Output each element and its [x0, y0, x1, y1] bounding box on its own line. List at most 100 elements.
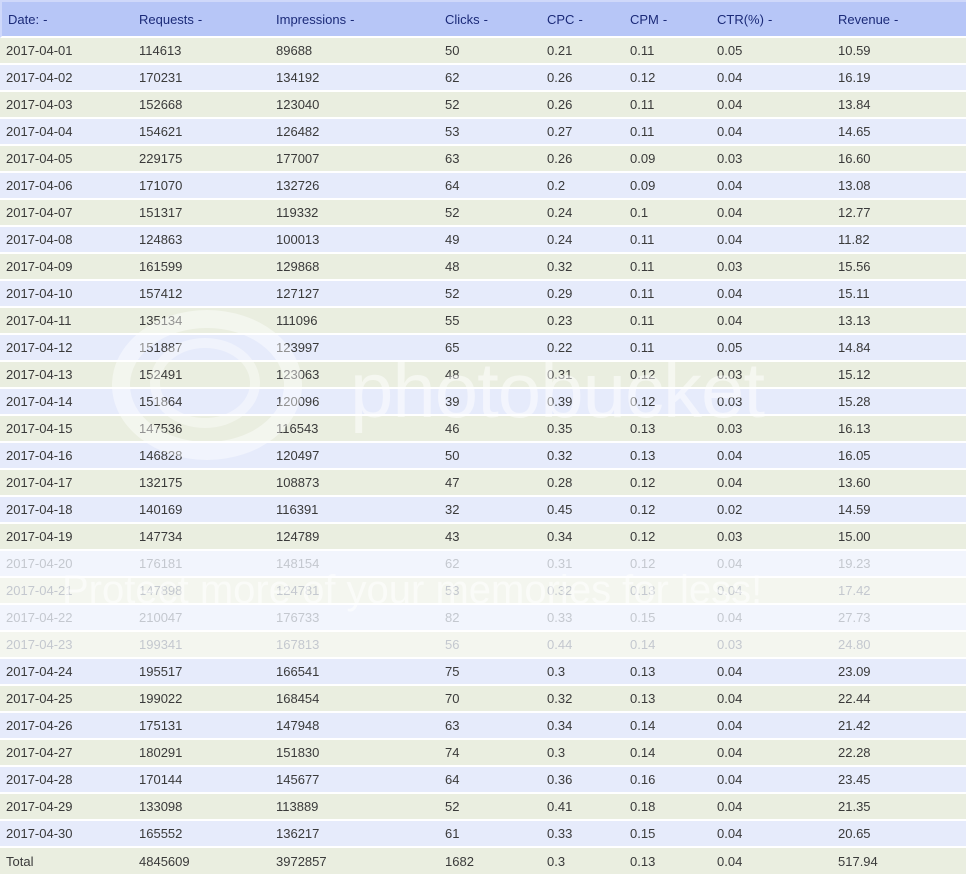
table-cell: 0.36 [541, 767, 624, 794]
table-cell: 180291 [133, 740, 270, 767]
table-cell: 152491 [133, 362, 270, 389]
column-header-cpm[interactable]: CPM - [624, 0, 711, 38]
table-cell: 0.13 [624, 416, 711, 443]
table-cell: 2017-04-11 [0, 308, 133, 335]
table-cell: 2017-04-04 [0, 119, 133, 146]
sort-indicator: - [662, 11, 668, 27]
table-cell: 64 [439, 173, 541, 200]
table-cell: 55 [439, 308, 541, 335]
table-cell: 23.45 [832, 767, 966, 794]
table-cell: 20.65 [832, 821, 966, 848]
table-cell: 177007 [270, 146, 439, 173]
table-cell: 14.84 [832, 335, 966, 362]
column-header-clicks[interactable]: Clicks - [439, 0, 541, 38]
table-cell: 0.12 [624, 551, 711, 578]
table-cell: 0.03 [711, 146, 832, 173]
table-cell: 123040 [270, 92, 439, 119]
table-cell: 0.29 [541, 281, 624, 308]
table-cell: 0.3 [541, 659, 624, 686]
table-cell: 113889 [270, 794, 439, 821]
table-cell: 199022 [133, 686, 270, 713]
table-cell: 2017-04-24 [0, 659, 133, 686]
table-cell: 0.26 [541, 146, 624, 173]
table-cell: 16.19 [832, 65, 966, 92]
table-cell: 2017-04-29 [0, 794, 133, 821]
table-cell: 2017-04-28 [0, 767, 133, 794]
table-cell: 0.11 [624, 38, 711, 65]
table-cell: 16.05 [832, 443, 966, 470]
column-header-requests[interactable]: Requests - [133, 0, 270, 38]
table-cell: 82 [439, 605, 541, 632]
table-cell: 0.02 [711, 497, 832, 524]
column-header-revenue[interactable]: Revenue - [832, 0, 966, 38]
table-cell: 111096 [270, 308, 439, 335]
column-header-date[interactable]: Date: - [0, 0, 133, 38]
table-cell: 154621 [133, 119, 270, 146]
total-row: Total 4845609 3972857 1682 0.3 0.13 0.04 517.94 [0, 848, 966, 876]
table-cell: 0.13 [624, 578, 711, 605]
table-cell: 0.03 [711, 254, 832, 281]
table-cell: 2017-04-09 [0, 254, 133, 281]
table-cell: 0.32 [541, 254, 624, 281]
column-label: CPC [547, 11, 575, 27]
table-cell: 0.04 [711, 281, 832, 308]
table-cell: 32 [439, 497, 541, 524]
table-row: 2017-04-22 210047 176733 82 0.33 0.15 0.04 27.7… [0, 605, 966, 632]
table-cell: 2017-04-14 [0, 389, 133, 416]
table-cell: 2017-04-02 [0, 65, 133, 92]
table-cell: 0.22 [541, 335, 624, 362]
table-cell: 2017-04-19 [0, 524, 133, 551]
table-cell: 0.23 [541, 308, 624, 335]
table-cell: 10.59 [832, 38, 966, 65]
table-cell: 0.32 [541, 578, 624, 605]
table-cell: 21.35 [832, 794, 966, 821]
table-cell: 171070 [133, 173, 270, 200]
table-cell: 161599 [133, 254, 270, 281]
total-cell: 0.04 [711, 848, 832, 876]
table-cell: 199341 [133, 632, 270, 659]
table-cell: 0.04 [711, 227, 832, 254]
table-cell: 0.04 [711, 92, 832, 119]
table-cell: 176181 [133, 551, 270, 578]
table-cell: 127127 [270, 281, 439, 308]
table-cell: 52 [439, 200, 541, 227]
table-row: 2017-04-04 154621 126482 53 0.27 0.11 0.04 14.6… [0, 119, 966, 146]
table-row: 2017-04-07 151317 119332 52 0.24 0.1 0.04 12.77 [0, 200, 966, 227]
table-cell: 0.28 [541, 470, 624, 497]
table-cell: 0.35 [541, 416, 624, 443]
table-cell: 19.23 [832, 551, 966, 578]
table-row: 2017-04-01 114613 89688 50 0.21 0.11 0.05 10.59 [0, 38, 966, 65]
table-cell: 229175 [133, 146, 270, 173]
table-cell: 64 [439, 767, 541, 794]
table-cell: 0.04 [711, 443, 832, 470]
table-row: 2017-04-28 170144 145677 64 0.36 0.16 0.04 23.4… [0, 767, 966, 794]
table-cell: 2017-04-07 [0, 200, 133, 227]
table-cell: 175131 [133, 713, 270, 740]
column-label: Clicks [445, 11, 480, 27]
table-cell: 47 [439, 470, 541, 497]
table-cell: 2017-04-17 [0, 470, 133, 497]
total-cell: 4845609 [133, 848, 270, 876]
table-cell: 0.16 [624, 767, 711, 794]
table-cell: 108873 [270, 470, 439, 497]
table-cell: 0.12 [624, 524, 711, 551]
table-cell: 0.18 [624, 794, 711, 821]
table-cell: 2017-04-10 [0, 281, 133, 308]
table-cell: 0.12 [624, 362, 711, 389]
table-row: 2017-04-17 132175 108873 47 0.28 0.12 0.04 13.6… [0, 470, 966, 497]
table-cell: 0.04 [711, 578, 832, 605]
table-cell: 0.14 [624, 632, 711, 659]
table-cell: 133098 [133, 794, 270, 821]
table-cell: 2017-04-12 [0, 335, 133, 362]
column-header-impressions[interactable]: Impressions - [270, 0, 439, 38]
table-cell: 62 [439, 551, 541, 578]
table-cell: 0.04 [711, 200, 832, 227]
table-cell: 16.60 [832, 146, 966, 173]
table-cell: 168454 [270, 686, 439, 713]
table-cell: 134192 [270, 65, 439, 92]
column-header-ctr[interactable]: CTR(%) - [711, 0, 832, 38]
column-header-cpc[interactable]: CPC - [541, 0, 624, 38]
table-cell: 147734 [133, 524, 270, 551]
table-cell: 63 [439, 146, 541, 173]
table-cell: 0.12 [624, 389, 711, 416]
